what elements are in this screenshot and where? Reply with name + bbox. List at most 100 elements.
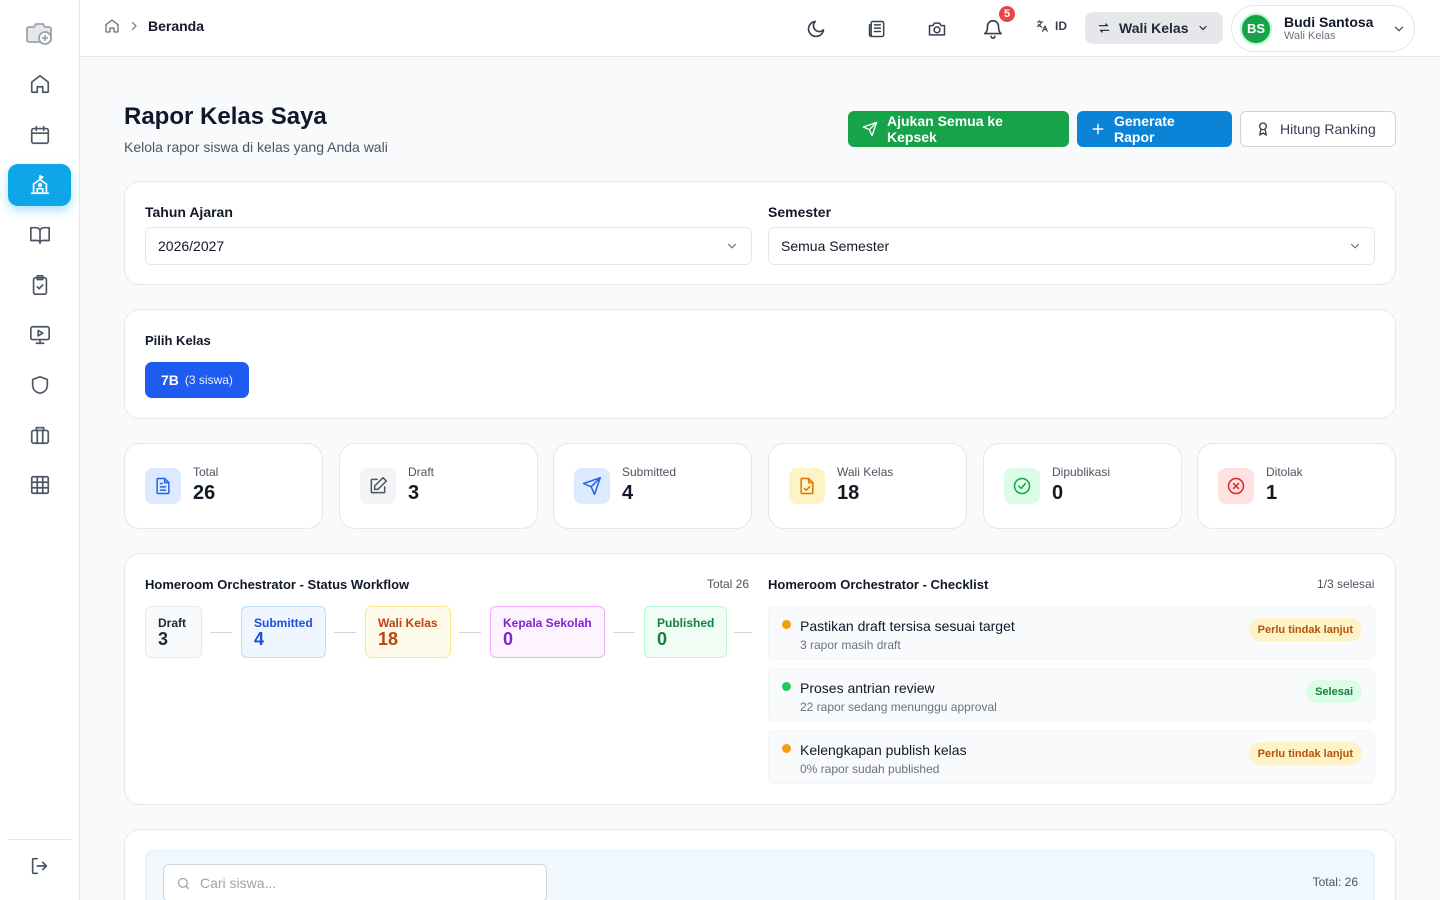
workflow-connector: [210, 632, 232, 633]
workflow-stage-draft: Draft 3: [145, 606, 202, 658]
workflow-title: Homeroom Orchestrator - Status Workflow: [145, 577, 410, 592]
workflow-connector: [459, 632, 481, 633]
stat-label: Draft: [408, 465, 435, 479]
checklist-title: Homeroom Orchestrator - Checklist: [768, 577, 989, 592]
stat-label: Wali Kelas: [837, 465, 894, 479]
camera-plus-logo-icon: [26, 20, 54, 46]
sidebar-item-briefcase[interactable]: [8, 414, 71, 456]
stage-label: Draft: [158, 616, 187, 630]
sidebar-item-grid[interactable]: [8, 464, 71, 506]
calculate-ranking-label: Hitung Ranking: [1280, 121, 1376, 137]
stat-value: 3: [408, 482, 420, 504]
workflow-stage-homeroom: Wali Kelas 18: [365, 606, 451, 658]
stat-card-rejected: Ditolak 1: [1197, 443, 1396, 529]
chevron-right-icon: [128, 20, 140, 32]
briefcase-icon: [29, 424, 51, 446]
stat-label: Submitted: [622, 465, 677, 479]
home-breadcrumb-icon[interactable]: [104, 18, 120, 34]
avatar: BS: [1240, 12, 1272, 45]
class-picker-card: Pilih Kelas 7B (3 siswa): [124, 309, 1396, 419]
topbar: Beranda 5 ID Wali Kelas BS Budi Santosa …: [80, 0, 1440, 57]
class-picker-label: Pilih Kelas: [145, 333, 211, 348]
checklist-item: Pastikan draft tersisa sesuai target 3 r…: [768, 606, 1375, 660]
check-circle-icon: [1004, 468, 1040, 504]
sidebar-item-clipboard[interactable]: [8, 264, 71, 306]
language-label: ID: [1055, 19, 1067, 33]
checklist-item-title: Kelengkapan publish kelas: [800, 742, 967, 758]
document-icon: [145, 468, 181, 504]
page-subtitle: Kelola rapor siswa di kelas yang Anda wa…: [124, 139, 388, 155]
sidebar-item-presentation[interactable]: [8, 314, 71, 356]
status-dot: [782, 744, 791, 753]
chevron-down-icon: [725, 239, 739, 253]
grid-icon: [29, 474, 51, 496]
student-total: Total: 26: [1312, 875, 1358, 889]
class-name: 7B: [161, 372, 179, 388]
monitor-play-icon: [29, 324, 51, 346]
academic-year-value: 2026/2027: [158, 238, 225, 254]
stat-card-submitted: Submitted 4: [553, 443, 752, 529]
language-switcher[interactable]: ID: [1035, 19, 1067, 33]
workflow-connector: [734, 632, 752, 633]
logout-icon: [29, 855, 51, 877]
search-bar: Total: 26: [145, 850, 1375, 900]
stage-value: 0: [503, 629, 514, 649]
newspaper-icon: [867, 19, 887, 39]
shield-icon: [29, 374, 51, 396]
role-label: Wali Kelas: [1119, 20, 1189, 36]
search-input[interactable]: [200, 875, 520, 891]
file-check-icon: [789, 468, 825, 504]
stat-value: 4: [622, 482, 634, 504]
calendar-icon: [29, 124, 51, 146]
send-icon: [862, 121, 878, 137]
logout-button[interactable]: [8, 845, 71, 887]
user-menu[interactable]: BS Budi Santosa Wali Kelas: [1231, 5, 1415, 52]
sidebar-item-home[interactable]: [8, 63, 71, 105]
status-badge: Perlu tindak lanjut: [1248, 618, 1362, 641]
camera-button[interactable]: [922, 14, 952, 44]
submit-all-to-principal-button[interactable]: Ajukan Semua ke Kepsek: [848, 111, 1069, 147]
checklist-item-subtitle: 0% rapor sudah published: [800, 762, 940, 776]
x-circle-icon: [1218, 468, 1254, 504]
academic-year-select[interactable]: 2026/2027: [145, 227, 752, 265]
calculate-ranking-button[interactable]: Hitung Ranking: [1240, 111, 1396, 147]
status-badge: Selesai: [1306, 680, 1362, 703]
home-icon: [29, 73, 51, 95]
sidebar-item-calendar[interactable]: [8, 114, 71, 156]
plus-icon: [1091, 122, 1105, 136]
camera-icon: [927, 19, 947, 39]
moon-icon: [806, 19, 826, 39]
send-icon: [574, 468, 610, 504]
sidebar-divider: [8, 839, 71, 840]
theme-toggle-button[interactable]: [801, 14, 831, 44]
news-button[interactable]: [862, 14, 892, 44]
stat-value: 0: [1052, 482, 1064, 504]
search-icon: [176, 876, 191, 891]
stat-card-draft: Draft 3: [339, 443, 538, 529]
user-role: Wali Kelas: [1284, 30, 1336, 43]
generate-report-button[interactable]: Generate Rapor: [1077, 111, 1232, 147]
swap-icon: [1097, 21, 1111, 35]
workflow-connector: [334, 632, 356, 633]
breadcrumb-current: Beranda: [148, 18, 205, 34]
stage-label: Wali Kelas: [378, 616, 438, 630]
stat-value: 1: [1266, 482, 1278, 504]
semester-select[interactable]: Semua Semester: [768, 227, 1375, 265]
chevron-down-icon: [1348, 239, 1362, 253]
search-box: [163, 864, 547, 900]
workflow-stage-submitted: Submitted 4: [241, 606, 326, 658]
notification-count-badge: 5: [997, 4, 1017, 24]
sidebar-item-shield[interactable]: [8, 364, 71, 406]
stage-value: 4: [254, 629, 265, 649]
workflow-total: Total 26: [707, 577, 750, 591]
class-student-count: (3 siswa): [184, 373, 233, 387]
status-badge: Perlu tindak lanjut: [1248, 742, 1362, 765]
stage-label: Published: [657, 616, 715, 630]
sidebar-item-class-report[interactable]: [8, 164, 71, 206]
role-switcher[interactable]: Wali Kelas: [1085, 12, 1223, 44]
school-icon: [29, 174, 51, 196]
class-chip-7b[interactable]: 7B (3 siswa): [145, 362, 249, 398]
filters-card: Tahun Ajaran 2026/2027 Semester Semua Se…: [124, 181, 1396, 285]
checklist-item: Proses antrian review 22 rapor sedang me…: [768, 668, 1375, 722]
sidebar-item-book[interactable]: [8, 214, 71, 256]
